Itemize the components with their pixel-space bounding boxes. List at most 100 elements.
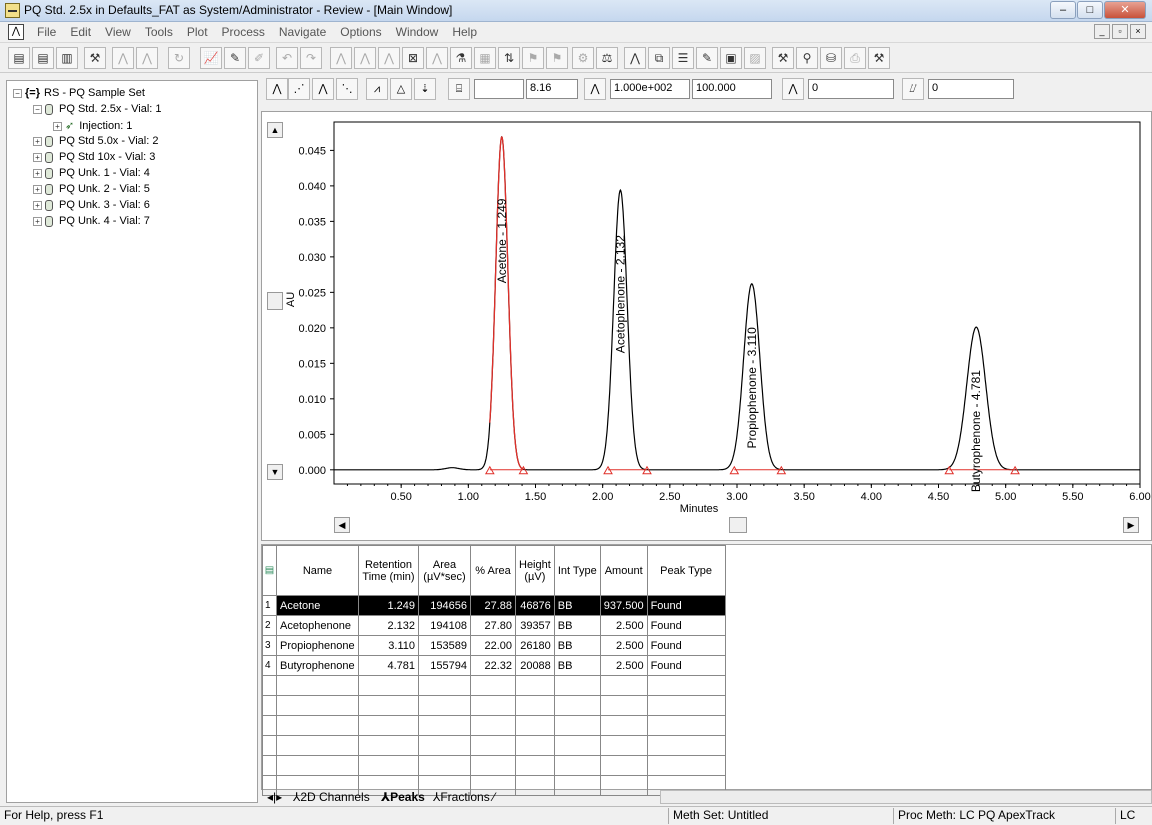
table-row[interactable]: 3 Propiophenone 3.110 153589 22.00 26180 BB 2.5… <box>262 635 726 656</box>
col-peak-type[interactable]: Peak Type <box>646 545 726 596</box>
tree-item-vial-1[interactable]: − PQ Std. 2.5x - Vial: 1 <box>33 103 162 119</box>
print-icon[interactable]: ⎙ <box>844 47 866 69</box>
empty-cell[interactable] <box>646 715 726 736</box>
peak-marks-icon[interactable]: ⇣ <box>414 78 436 100</box>
tree-item-vial-2[interactable]: + PQ Std 5.0x - Vial: 2 <box>33 135 158 151</box>
empty-row[interactable] <box>262 695 726 716</box>
menu-options[interactable]: Options <box>333 25 388 39</box>
expand-icon[interactable]: + <box>33 152 42 162</box>
empty-cell[interactable] <box>262 735 277 756</box>
peak-label-4-icon[interactable]: ⋀ <box>426 47 448 69</box>
table-cell-area[interactable]: 194108 <box>418 615 471 636</box>
flag-2-icon[interactable]: ⚑ <box>546 47 568 69</box>
tree-item-vial-5[interactable]: + PQ Unk. 2 - Vial: 5 <box>33 183 150 199</box>
table-cell-area[interactable]: 194656 <box>418 595 471 616</box>
empty-cell[interactable] <box>262 675 277 696</box>
expand-icon[interactable]: + <box>33 200 42 210</box>
table-cell-rt[interactable]: 3.110 <box>358 635 419 656</box>
x-max-field[interactable]: 8.16 <box>526 79 578 99</box>
peak-label-3-icon[interactable]: ⋀ <box>378 47 400 69</box>
table-cell-rt[interactable]: 1.249 <box>358 595 419 616</box>
window-img-icon[interactable]: ▨ <box>744 47 766 69</box>
empty-cell[interactable] <box>553 755 601 776</box>
col-name[interactable]: Name <box>276 545 359 596</box>
menu-view[interactable]: View <box>98 25 138 39</box>
overlay-mode-icon[interactable]: ⩘ <box>366 78 388 100</box>
empty-cell[interactable] <box>358 715 419 736</box>
empty-cell[interactable] <box>418 735 471 756</box>
empty-cell[interactable] <box>515 715 555 736</box>
chart-view-icon[interactable]: 📈 <box>200 47 222 69</box>
database-icon[interactable]: ⛁ <box>820 47 842 69</box>
table-cell-name[interactable]: Butyrophenone <box>276 655 359 676</box>
tab-peaks[interactable]: ⅄Peaks <box>381 790 425 804</box>
tab-scroll-left[interactable]: ◂|▸ <box>267 790 282 804</box>
table-cell-name[interactable]: Acetone <box>276 595 359 616</box>
y-max-field[interactable]: 1.000e+002 <box>610 79 690 99</box>
peak-tool-icon[interactable]: ⋀ <box>112 47 134 69</box>
empty-cell[interactable] <box>262 695 277 716</box>
empty-cell[interactable] <box>515 695 555 716</box>
empty-cell[interactable] <box>515 735 555 756</box>
empty-row[interactable] <box>262 715 726 736</box>
empty-cell[interactable] <box>276 675 359 696</box>
col-amount[interactable]: Amount <box>599 545 648 596</box>
window-copy-icon[interactable]: ⧉ <box>648 47 670 69</box>
tree-item-vial-3[interactable]: + PQ Std 10x - Vial: 3 <box>33 151 155 167</box>
mdi-chart-icon[interactable]: ⋀ <box>8 24 24 40</box>
menu-file[interactable]: File <box>30 25 63 39</box>
window-edit-icon[interactable]: ✎ <box>696 47 718 69</box>
x-range-icon[interactable]: ⌸ <box>448 78 470 100</box>
empty-cell[interactable] <box>599 755 648 776</box>
quantitate-icon[interactable]: ✐ <box>248 47 270 69</box>
peak-label-icon[interactable]: ⋀ <box>330 47 352 69</box>
minimize-button[interactable]: – <box>1050 1 1076 19</box>
empty-cell[interactable] <box>276 715 359 736</box>
save-all-icon[interactable]: ▤ <box>32 47 54 69</box>
empty-cell[interactable] <box>470 735 516 756</box>
table-cell-amount[interactable]: 937.500 <box>599 595 648 616</box>
flag-icon[interactable]: ⚑ <box>522 47 544 69</box>
menu-edit[interactable]: Edit <box>63 25 98 39</box>
table-cell-name[interactable]: Acetophenone <box>276 615 359 636</box>
peak-tool-2-icon[interactable]: ⋀ <box>136 47 158 69</box>
table-cell-ptype[interactable]: Found <box>646 655 726 676</box>
vial-icon[interactable]: ⚲ <box>796 47 818 69</box>
empty-cell[interactable] <box>646 755 726 776</box>
empty-cell[interactable] <box>418 755 471 776</box>
empty-cell[interactable] <box>276 695 359 716</box>
tree-item-vial-7[interactable]: + PQ Unk. 4 - Vial: 7 <box>33 215 150 231</box>
table-cell-amount[interactable]: 2.500 <box>599 635 648 656</box>
table-row[interactable]: 4 Butyrophenone 4.781 155794 22.32 20088 BB 2.5… <box>262 655 726 676</box>
empty-cell[interactable] <box>358 675 419 696</box>
menu-window[interactable]: Window <box>389 25 446 39</box>
y-range-icon[interactable]: ⋀ <box>584 78 606 100</box>
empty-cell[interactable] <box>276 735 359 756</box>
empty-cell[interactable] <box>599 735 648 756</box>
threshold-field[interactable]: 0 <box>808 79 894 99</box>
empty-cell[interactable] <box>553 735 601 756</box>
table-row[interactable]: 2 Acetophenone 2.132 194108 27.80 39357 BB 2.50… <box>262 615 726 636</box>
table-cell-height[interactable]: 39357 <box>515 615 555 636</box>
empty-cell[interactable] <box>418 675 471 696</box>
threshold-icon[interactable]: ⋀ <box>782 78 804 100</box>
audit-icon[interactable]: ⚒ <box>868 47 890 69</box>
integrate-tool-icon[interactable]: ⚒ <box>84 47 106 69</box>
x-min-field[interactable] <box>474 79 524 99</box>
table-cell-height[interactable]: 46876 <box>515 595 555 616</box>
col-percent-area[interactable]: % Area <box>470 545 516 596</box>
mdi-close-button[interactable]: × <box>1130 24 1146 39</box>
redo-icon[interactable]: ↷ <box>300 47 322 69</box>
offset-icon[interactable]: ⌰ <box>902 78 924 100</box>
empty-cell[interactable] <box>599 695 648 716</box>
table-cell-int[interactable]: BB <box>553 655 601 676</box>
table-cell-height[interactable]: 26180 <box>515 635 555 656</box>
offset-field[interactable]: 0 <box>928 79 1014 99</box>
method-icon[interactable]: ⚒ <box>772 47 794 69</box>
peak-label-2-icon[interactable]: ⋀ <box>354 47 376 69</box>
table-cell-pct[interactable]: 27.80 <box>470 615 516 636</box>
table-cell-int[interactable]: BB <box>553 635 601 656</box>
table-cell-area[interactable]: 155794 <box>418 655 471 676</box>
empty-cell[interactable] <box>646 695 726 716</box>
empty-row[interactable] <box>262 735 726 756</box>
